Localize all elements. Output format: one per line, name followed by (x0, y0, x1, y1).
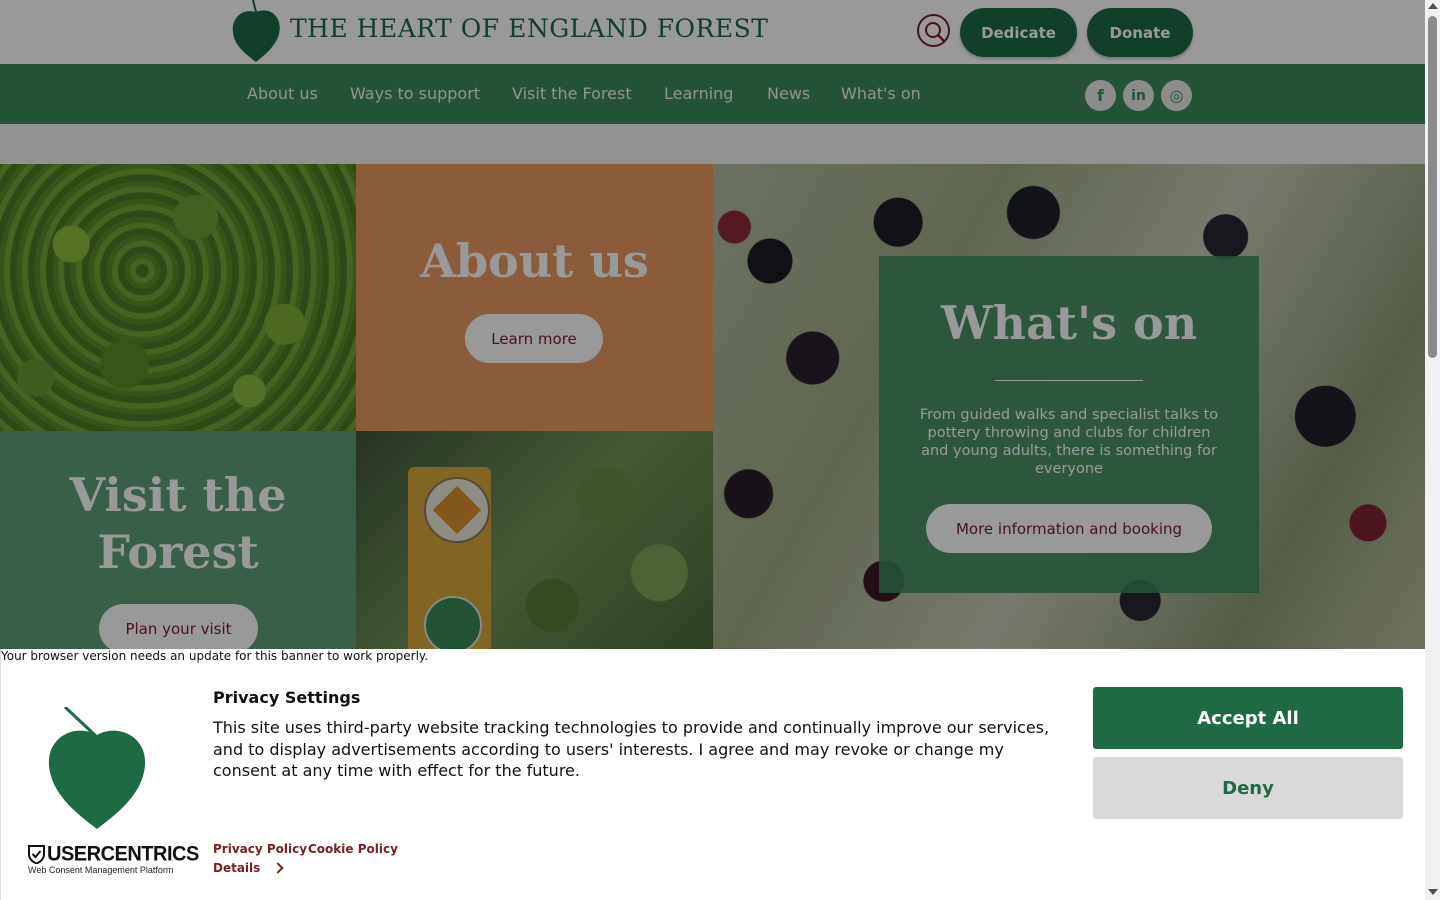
leaf-logo-icon (48, 707, 146, 829)
chevron-right-icon (272, 862, 284, 874)
privacy-policy-link[interactable]: Privacy Policy (213, 842, 307, 856)
scrollbar-thumb[interactable] (1428, 16, 1437, 358)
details-label: Details (213, 861, 261, 875)
usercentrics-logo: USERCENTRICS (28, 842, 199, 866)
consent-body-text: This site uses third-party website track… (213, 718, 1050, 780)
deny-button[interactable]: Deny (1093, 757, 1403, 819)
consent-banner: Your browser version needs an update for… (0, 649, 1425, 900)
browser-update-notice: Your browser version needs an update for… (1, 649, 429, 663)
scroll-down-arrow-icon[interactable] (1428, 889, 1438, 895)
cookie-policy-link[interactable]: Cookie Policy (308, 842, 398, 856)
shield-icon (28, 845, 45, 864)
usercentrics-tagline: Web Consent Management Platform (28, 865, 174, 875)
accept-all-button[interactable]: Accept All (1093, 687, 1403, 749)
scroll-up-arrow-icon[interactable] (1428, 3, 1438, 9)
usercentrics-wordmark: USERCENTRICS (47, 842, 199, 866)
consent-title: Privacy Settings (213, 688, 361, 707)
details-link[interactable]: Details (213, 861, 284, 875)
page-scrollbar[interactable] (1425, 0, 1440, 900)
